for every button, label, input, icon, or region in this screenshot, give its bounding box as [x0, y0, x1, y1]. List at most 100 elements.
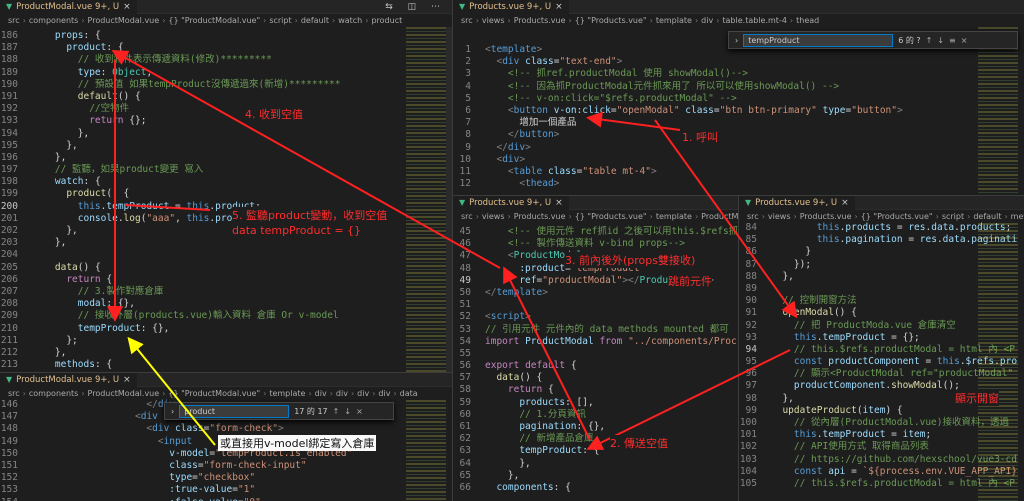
code-line[interactable]: 154 :false-value="0" — [0, 497, 452, 501]
line-text[interactable]: 增加一個產品 — [485, 117, 1024, 129]
code-line[interactable]: 195 }, — [0, 140, 452, 152]
code-line[interactable]: 198 watch: { — [0, 176, 452, 188]
code-line[interactable]: 59 products: [], — [453, 397, 738, 409]
line-text[interactable]: return { — [32, 274, 452, 286]
code-line[interactable]: 210 tempProduct: {}, — [0, 323, 452, 335]
line-text[interactable]: <table class="table mt-4"> — [485, 166, 1024, 178]
line-text[interactable]: export default { — [485, 360, 738, 372]
breadcrumb-item[interactable]: components — [29, 389, 78, 398]
code-line[interactable]: 202 }, — [0, 225, 452, 237]
line-text[interactable]: data() { — [485, 372, 738, 384]
breadcrumb-item[interactable]: {} "Products.vue" — [575, 16, 647, 25]
breadcrumb-item[interactable]: ProductModal.vue — [88, 389, 160, 398]
code-line[interactable]: 62 // 新增產品倉庫 — [453, 433, 738, 445]
chevron-right-icon[interactable]: › — [735, 36, 738, 45]
line-text[interactable]: methods: { — [32, 359, 452, 371]
minimap[interactable] — [406, 27, 446, 372]
code-line[interactable]: 60 // 1.分頁資訊 — [453, 409, 738, 421]
code-line[interactable]: 9 </div> — [453, 142, 1024, 154]
line-text[interactable]: }, — [485, 458, 738, 470]
line-text[interactable]: <div class="form-check"> — [32, 423, 452, 435]
breadcrumb-item[interactable]: src — [461, 212, 473, 221]
tab-productmodal[interactable]: ▼ ProductModal.vue 9+, U × — [0, 373, 137, 387]
line-text[interactable]: <div> — [485, 154, 1024, 166]
tab-products[interactable]: ▼ Products.vue 9+, U × — [453, 196, 569, 210]
line-text[interactable] — [485, 299, 738, 311]
line-text[interactable]: type: Object, — [32, 67, 452, 79]
line-text[interactable]: products: [], — [485, 397, 738, 409]
code-line[interactable]: 56 export default { — [453, 360, 738, 372]
breadcrumb-item[interactable]: div — [315, 389, 327, 398]
editor-pane-products-methods[interactable]: ▼ Products.vue 9+, U × src › views › Products.… — [738, 195, 1024, 501]
line-text[interactable]: // 監聽，如果product變更 寫入 — [32, 164, 452, 176]
code-line[interactable]: 61 pagination: {}, — [453, 421, 738, 433]
find-widget[interactable]: › tempProduct 6 的 ? ↑ ↓ ≡ × — [728, 31, 1018, 49]
breadcrumb-item[interactable]: template — [269, 389, 305, 398]
line-text[interactable]: return { — [485, 384, 738, 396]
editor-pane-productmodal-script[interactable]: ▼ ProductModal.vue 9+, U × ⇆ ◫ ⋯ src › compo… — [0, 0, 452, 372]
breadcrumb-item[interactable]: default — [301, 16, 329, 25]
line-text[interactable]: <!-- 因為抓ProductModal元件抓來用了 所以可以使用showMod… — [485, 81, 1024, 93]
tab-productmodal[interactable]: ▼ ProductModal.vue 9+, U × — [0, 0, 137, 14]
find-input[interactable]: tempProduct — [748, 36, 799, 45]
breadcrumb-item[interactable]: Products.vue — [514, 212, 566, 221]
tab-products[interactable]: ▼ Products.vue 9+, U × — [739, 196, 855, 210]
find-input[interactable]: product — [184, 407, 215, 416]
line-text[interactable]: product() { — [32, 188, 452, 200]
line-text[interactable]: pagination: {}, — [485, 421, 738, 433]
line-text[interactable] — [485, 348, 738, 360]
breadcrumb[interactable]: src › components › ProductModal.vue ›{} "Prod… — [0, 14, 452, 27]
line-text[interactable]: }, — [32, 347, 452, 359]
code-line[interactable]: 193 return {}; — [0, 115, 452, 127]
code-line[interactable]: 192 //空物件 — [0, 103, 452, 115]
arrow-down-icon[interactable]: ↓ — [937, 36, 944, 45]
breadcrumb-item[interactable]: template — [656, 212, 692, 221]
breadcrumb-item[interactable]: watch — [338, 16, 362, 25]
code-lines[interactable]: 186 props: {187 product: {188 // 收到物件表示傳… — [0, 30, 452, 371]
code-line[interactable]: 5 <!-- v-on:click="$refs.productModal" -… — [453, 93, 1024, 105]
code-line[interactable]: 196 }, — [0, 152, 452, 164]
code-lines[interactable]: 1 <template> 2 <div class="text-end"> 3 <!-… — [453, 44, 1024, 190]
code-line[interactable]: 205 data() { — [0, 262, 452, 274]
close-icon[interactable]: × — [123, 2, 131, 12]
code-line[interactable]: 152 type="checkbox" — [0, 472, 452, 484]
code-line[interactable]: 207 // 3.製作對應倉庫 — [0, 286, 452, 298]
code-line[interactable]: 206 return { — [0, 274, 452, 286]
code-line[interactable]: 186 props: { — [0, 30, 452, 42]
line-text[interactable]: <div class="text-end"> — [485, 56, 1024, 68]
code-line[interactable]: 53 // 引用元件 元件內的 data methods mounted 都可 — [453, 324, 738, 336]
breadcrumb-item[interactable]: thead — [796, 16, 819, 25]
editor-actions[interactable]: ⇆ ◫ ⋯ — [385, 2, 452, 12]
arrow-down-icon[interactable]: ↓ — [344, 407, 351, 416]
line-text[interactable]: // 收到物件表示傳遞資料(修改)********* — [32, 54, 452, 66]
code-line[interactable]: 66 components: { — [453, 482, 738, 494]
code-line[interactable]: 209 // 接收外層(products.vue)輸入資料 倉庫 Or v-mo… — [0, 310, 452, 322]
line-text[interactable]: // 接收外層(products.vue)輸入資料 倉庫 Or v-model — [32, 310, 452, 322]
breadcrumb-item[interactable]: default — [973, 212, 1001, 221]
code-line[interactable]: 54 import ProductModal from "../component… — [453, 336, 738, 348]
code-line[interactable]: 4 <!-- 因為抓ProductModal元件抓來用了 所以可以使用showM… — [453, 81, 1024, 93]
code-line[interactable]: 7 增加一個產品 — [453, 117, 1024, 129]
line-text[interactable]: <thead> — [485, 178, 1024, 190]
line-text[interactable]: default() { — [32, 91, 452, 103]
line-text[interactable]: // 3.製作對應倉庫 — [32, 286, 452, 298]
code-line[interactable]: 12 <thead> — [453, 178, 1024, 190]
code-line[interactable]: 65 }, — [453, 470, 738, 482]
code-line[interactable]: 153 :true-value="1" — [0, 484, 452, 496]
code-line[interactable]: 213 methods: { — [0, 359, 452, 371]
minimap[interactable] — [978, 27, 1018, 195]
line-text[interactable]: data() { — [32, 262, 452, 274]
code-line[interactable]: 187 product: { — [0, 42, 452, 54]
line-text[interactable]: </button> — [485, 129, 1024, 141]
code-line[interactable]: 55 — [453, 348, 738, 360]
code-line[interactable]: 57 data() { — [453, 372, 738, 384]
breadcrumb-item[interactable]: src — [747, 212, 759, 221]
line-text[interactable]: class="form-check-input" — [32, 460, 452, 472]
code-line[interactable]: 148 <div class="form-check"> — [0, 423, 452, 435]
line-text[interactable]: modal: {}, — [32, 298, 452, 310]
breadcrumb-item[interactable]: views — [482, 16, 505, 25]
line-text[interactable]: tempProduct: {}, — [32, 323, 452, 335]
breadcrumb-item[interactable]: {} "Products.vue" — [575, 212, 647, 221]
code-line[interactable]: 6 <button v-on:click="openModal" class="… — [453, 105, 1024, 117]
code-line[interactable]: 188 // 收到物件表示傳遞資料(修改)********* — [0, 54, 452, 66]
